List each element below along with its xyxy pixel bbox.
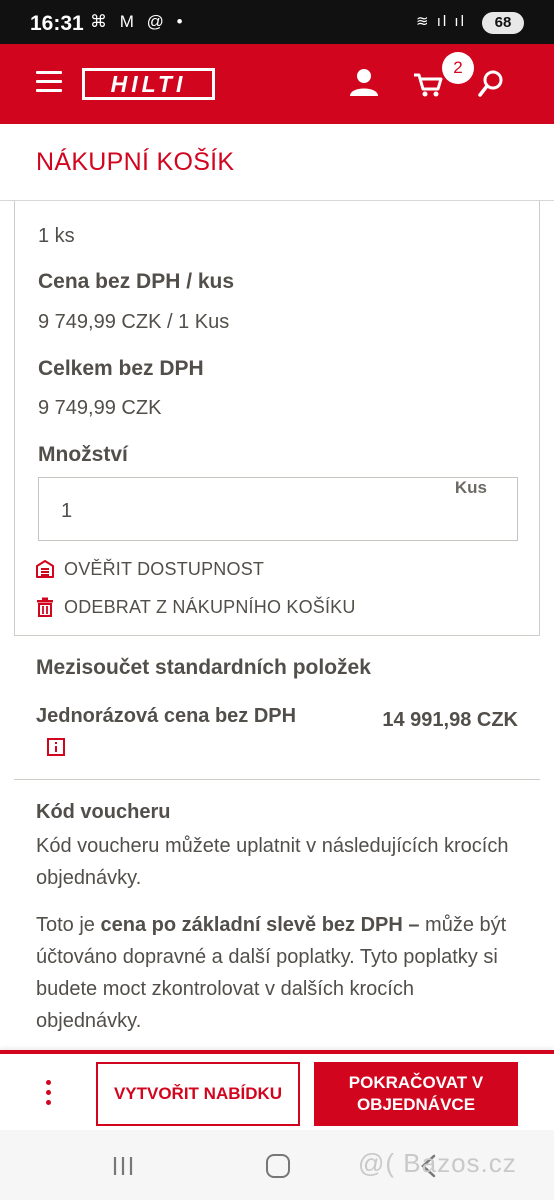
price-note-prefix: Toto je — [36, 914, 101, 936]
search-icon[interactable] — [478, 70, 504, 98]
unit-price-value: 9 749,99 CZK / 1 Kus — [38, 311, 230, 333]
app-header: HILTI 2 — [0, 44, 554, 124]
info-icon[interactable] — [47, 738, 65, 756]
signal-icons: ≋ ıl ıl — [416, 13, 466, 30]
home-icon[interactable] — [266, 1154, 290, 1178]
unit-price-label: Cena bez DPH / kus — [38, 270, 235, 293]
total-label: Celkem bez DPH — [38, 357, 204, 380]
quantity-unit: Kus — [454, 478, 487, 497]
warehouse-icon — [36, 560, 54, 578]
quantity-value[interactable]: 1 — [61, 500, 72, 523]
recent-apps-icon[interactable] — [112, 1156, 134, 1176]
page-title: NÁKUPNÍ KOŠÍK — [36, 148, 235, 176]
battery-icon: 68 — [482, 12, 524, 34]
quantity-input[interactable]: Kus 1 — [38, 477, 518, 541]
voucher-title: Kód voucheru — [36, 801, 171, 823]
quantity-label: Množství — [38, 443, 128, 466]
check-availability-label: OVĚŘIT DOSTUPNOST — [64, 559, 265, 579]
remove-from-cart-label: ODEBRAT Z NÁKUPNÍHO KOŠÍKU — [64, 597, 356, 617]
trash-icon — [37, 597, 53, 617]
page-title-bar: NÁKUPNÍ KOŠÍK — [0, 124, 554, 201]
status-time: 16:31 — [30, 12, 84, 35]
user-icon[interactable] — [349, 67, 379, 97]
cart-icon[interactable] — [413, 70, 443, 98]
hilti-logo[interactable]: HILTI — [82, 68, 215, 100]
divider — [14, 779, 540, 780]
subtotal-title: Mezisoučet standardních položek — [36, 656, 371, 679]
remove-from-cart-link[interactable]: ODEBRAT Z NÁKUPNÍHO KOŠÍKU — [35, 595, 395, 621]
voucher-text: Kód voucheru můžete uplatnit v následují… — [36, 835, 509, 889]
status-bar: 16:31 ⌘ M @ • ≋ ıl ıl 68 — [0, 0, 554, 44]
item-quantity-text: 1 ks — [38, 225, 75, 247]
cart-item-card: 1 ks Cena bez DPH / kus 9 749,99 CZK / 1… — [14, 201, 540, 636]
total-value: 9 749,99 CZK — [38, 397, 162, 419]
checkout-action-bar: VYTVOŘIT NABÍDKU POKRAČOVAT V OBJEDNÁVCE — [0, 1050, 554, 1130]
price-note: Toto je cena po základní slevě bez DPH –… — [36, 909, 516, 1037]
create-quote-button[interactable]: VYTVOŘIT NABÍDKU — [96, 1062, 300, 1126]
price-note-bold: cena po základní slevě bez DPH – — [100, 914, 420, 936]
notification-icons: ⌘ M @ • — [90, 12, 187, 31]
continue-order-button[interactable]: POKRAČOVAT V OBJEDNÁVCE — [314, 1062, 518, 1126]
check-availability-link[interactable]: OVĚŘIT DOSTUPNOST — [35, 557, 335, 583]
cart-count-badge[interactable]: 2 — [442, 52, 474, 84]
watermark: @( Bazos.cz — [358, 1148, 517, 1178]
one-time-price-label: Jednorázová cena bez DPH — [36, 705, 297, 727]
menu-icon[interactable] — [36, 71, 62, 93]
one-time-price-value: 14 991,98 CZK — [382, 709, 518, 731]
more-options-icon[interactable] — [42, 1080, 54, 1110]
